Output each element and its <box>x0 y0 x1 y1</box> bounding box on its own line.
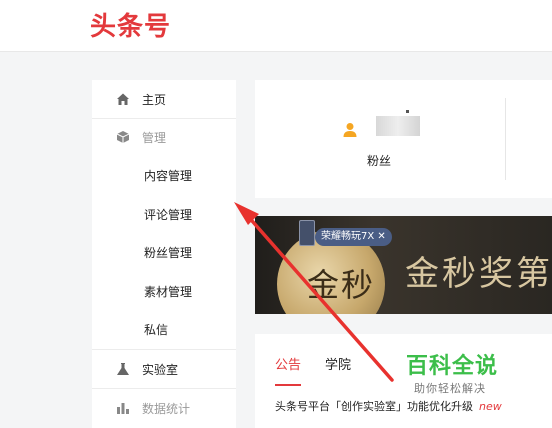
medal-text: 金秒奖 <box>307 266 376 314</box>
flask-icon <box>116 362 130 376</box>
sidebar-item-label: 数据统计 <box>142 401 191 416</box>
user-icon <box>343 122 357 138</box>
divider <box>505 98 506 180</box>
watermark-subtitle: 助你轻松解决 <box>414 382 486 395</box>
notice-item[interactable]: 头条号平台「创作实验室」功能优化升级 new <box>275 398 502 414</box>
sidebar-item-manage[interactable]: 管理 <box>92 118 236 156</box>
sidebar-item-data-stats[interactable]: 数据统计 <box>92 389 236 427</box>
phone-icon <box>299 220 315 246</box>
new-badge: new <box>479 400 502 413</box>
cube-icon <box>116 130 130 144</box>
watermark: 百科全说 助你轻松解决 <box>392 344 526 400</box>
sidebar-item-label: 粉丝管理 <box>144 245 193 260</box>
sidebar-item-comment-manage[interactable]: 评论管理 <box>92 195 236 233</box>
sidebar-item-home[interactable]: 主页 <box>92 80 236 118</box>
count-mark <box>406 110 409 113</box>
active-tab-indicator <box>275 384 301 386</box>
notice-text: 头条号平台「创作实验室」功能优化升级 <box>275 400 473 413</box>
sidebar-item-fans-manage[interactable]: 粉丝管理 <box>92 233 236 271</box>
sidebar: 主页 管理 内容管理 评论管理 粉丝管理 素材管理 私信 实验室 数据统计 <box>92 80 236 428</box>
watermark-title: 百科全说 <box>406 354 499 379</box>
sidebar-item-lab[interactable]: 实验室 <box>92 350 236 388</box>
sidebar-item-label: 私信 <box>144 322 169 337</box>
fans-label: 粉丝 <box>367 154 392 168</box>
sidebar-item-material-manage[interactable]: 素材管理 <box>92 272 236 310</box>
banner-title: 金秒奖第 <box>405 254 552 294</box>
sidebar-item-messages[interactable]: 私信 <box>92 310 236 348</box>
sidebar-item-label: 实验室 <box>142 362 179 377</box>
close-icon: ✕ <box>377 231 386 242</box>
tab-academy[interactable]: 学院 <box>325 354 351 373</box>
sidebar-item-label: 管理 <box>142 130 167 145</box>
sidebar-item-label: 评论管理 <box>144 207 193 222</box>
stats-card: 粉丝 <box>255 80 552 198</box>
sidebar-item-label: 内容管理 <box>144 168 193 183</box>
bar-chart-icon <box>116 401 130 415</box>
fans-count-blurred <box>376 116 420 136</box>
tab-announcements[interactable]: 公告 <box>275 354 301 373</box>
sidebar-item-content-manage[interactable]: 内容管理 <box>92 156 236 194</box>
sidebar-item-label: 素材管理 <box>144 284 193 299</box>
home-icon <box>116 92 130 106</box>
sidebar-item-label: 主页 <box>142 92 167 107</box>
sponsor-badge-text: 荣耀畅玩7X <box>321 231 375 242</box>
top-bar: 头条号 <box>0 0 552 52</box>
logo[interactable]: 头条号 <box>90 6 171 43</box>
promo-banner[interactable]: 金秒奖 荣耀畅玩7X ✕ 金秒奖第 <box>255 216 552 314</box>
sponsor-badge: 荣耀畅玩7X ✕ <box>315 228 392 246</box>
